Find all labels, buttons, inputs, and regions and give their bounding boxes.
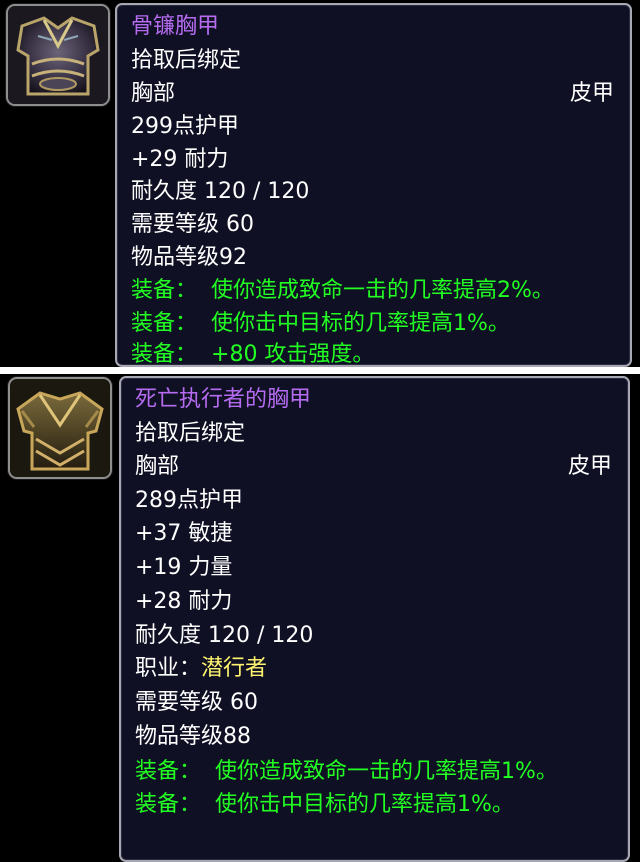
equip-label: 装备： (135, 792, 202, 817)
section-divider (0, 367, 640, 374)
item-icon-bone-chestplate[interactable] (6, 4, 110, 106)
class-label: 职业： (135, 656, 202, 681)
class-requirement: 职业：潜行者 (135, 653, 612, 685)
bone-chestplate-icon (8, 6, 108, 104)
item-level: 物品等级92 (131, 245, 247, 270)
item-level: 物品等级88 (135, 724, 251, 749)
equip-text: 使你造成致命一击的几率提高2%。 (211, 278, 554, 303)
stat-line: +28 耐力 (135, 589, 233, 614)
item-name: 死亡执行者的胸甲 (135, 387, 312, 412)
item-tooltip: 死亡执行者的胸甲 拾取后绑定 胸部 皮甲 289点护甲 +37 敏捷 +19 力… (119, 376, 630, 862)
slot-label: 胸部 (135, 454, 180, 479)
required-level: 需要等级 60 (135, 690, 258, 715)
item-name: 骨镰胸甲 (131, 14, 220, 39)
armor-value: 289点护甲 (135, 488, 243, 513)
equip-label: 装备： (131, 311, 198, 336)
bind-type: 拾取后绑定 (135, 421, 246, 446)
equip-effect: 装备： 使你造成致命一击的几率提高1%。 (135, 756, 612, 788)
equip-text: +80 攻击强度。 (211, 342, 375, 367)
class-value: 潜行者 (201, 656, 268, 681)
equip-text: 使你造成致命一击的几率提高1%。 (215, 759, 558, 784)
deathdealer-breastplate-icon (10, 379, 110, 477)
equip-effect: 装备： 使你击中目标的几率提高1%。 (135, 789, 612, 821)
equip-effect: 装备： 使你造成致命一击的几率提高2%。 (131, 275, 614, 307)
stat-line: +29 耐力 (131, 147, 229, 172)
required-level: 需要等级 60 (131, 212, 254, 237)
equip-effect: 装备： 使你击中目标的几率提高1%。 (131, 308, 614, 340)
stat-line: +37 敏捷 (135, 521, 233, 546)
durability: 耐久度 120 / 120 (131, 179, 310, 204)
equip-label: 装备： (135, 759, 202, 784)
item-tooltip: 骨镰胸甲 拾取后绑定 胸部 皮甲 299点护甲 +29 耐力 耐久度 120 /… (115, 3, 632, 367)
equip-text: 使你击中目标的几率提高1%。 (215, 792, 514, 817)
equip-label: 装备： (131, 278, 198, 303)
slot-row: 胸部 皮甲 (131, 78, 614, 110)
equip-text: 使你击中目标的几率提高1%。 (211, 311, 510, 336)
armor-value: 299点护甲 (131, 114, 239, 139)
armor-type: 皮甲 (569, 81, 614, 106)
slot-row: 胸部 皮甲 (135, 451, 612, 483)
item-icon-deathdealer-breastplate[interactable] (8, 377, 112, 479)
equip-label: 装备： (131, 342, 198, 367)
durability: 耐久度 120 / 120 (135, 623, 314, 648)
armor-type: 皮甲 (567, 454, 612, 479)
bind-type: 拾取后绑定 (131, 48, 242, 73)
slot-label: 胸部 (131, 81, 176, 106)
stat-line: +19 力量 (135, 555, 233, 580)
